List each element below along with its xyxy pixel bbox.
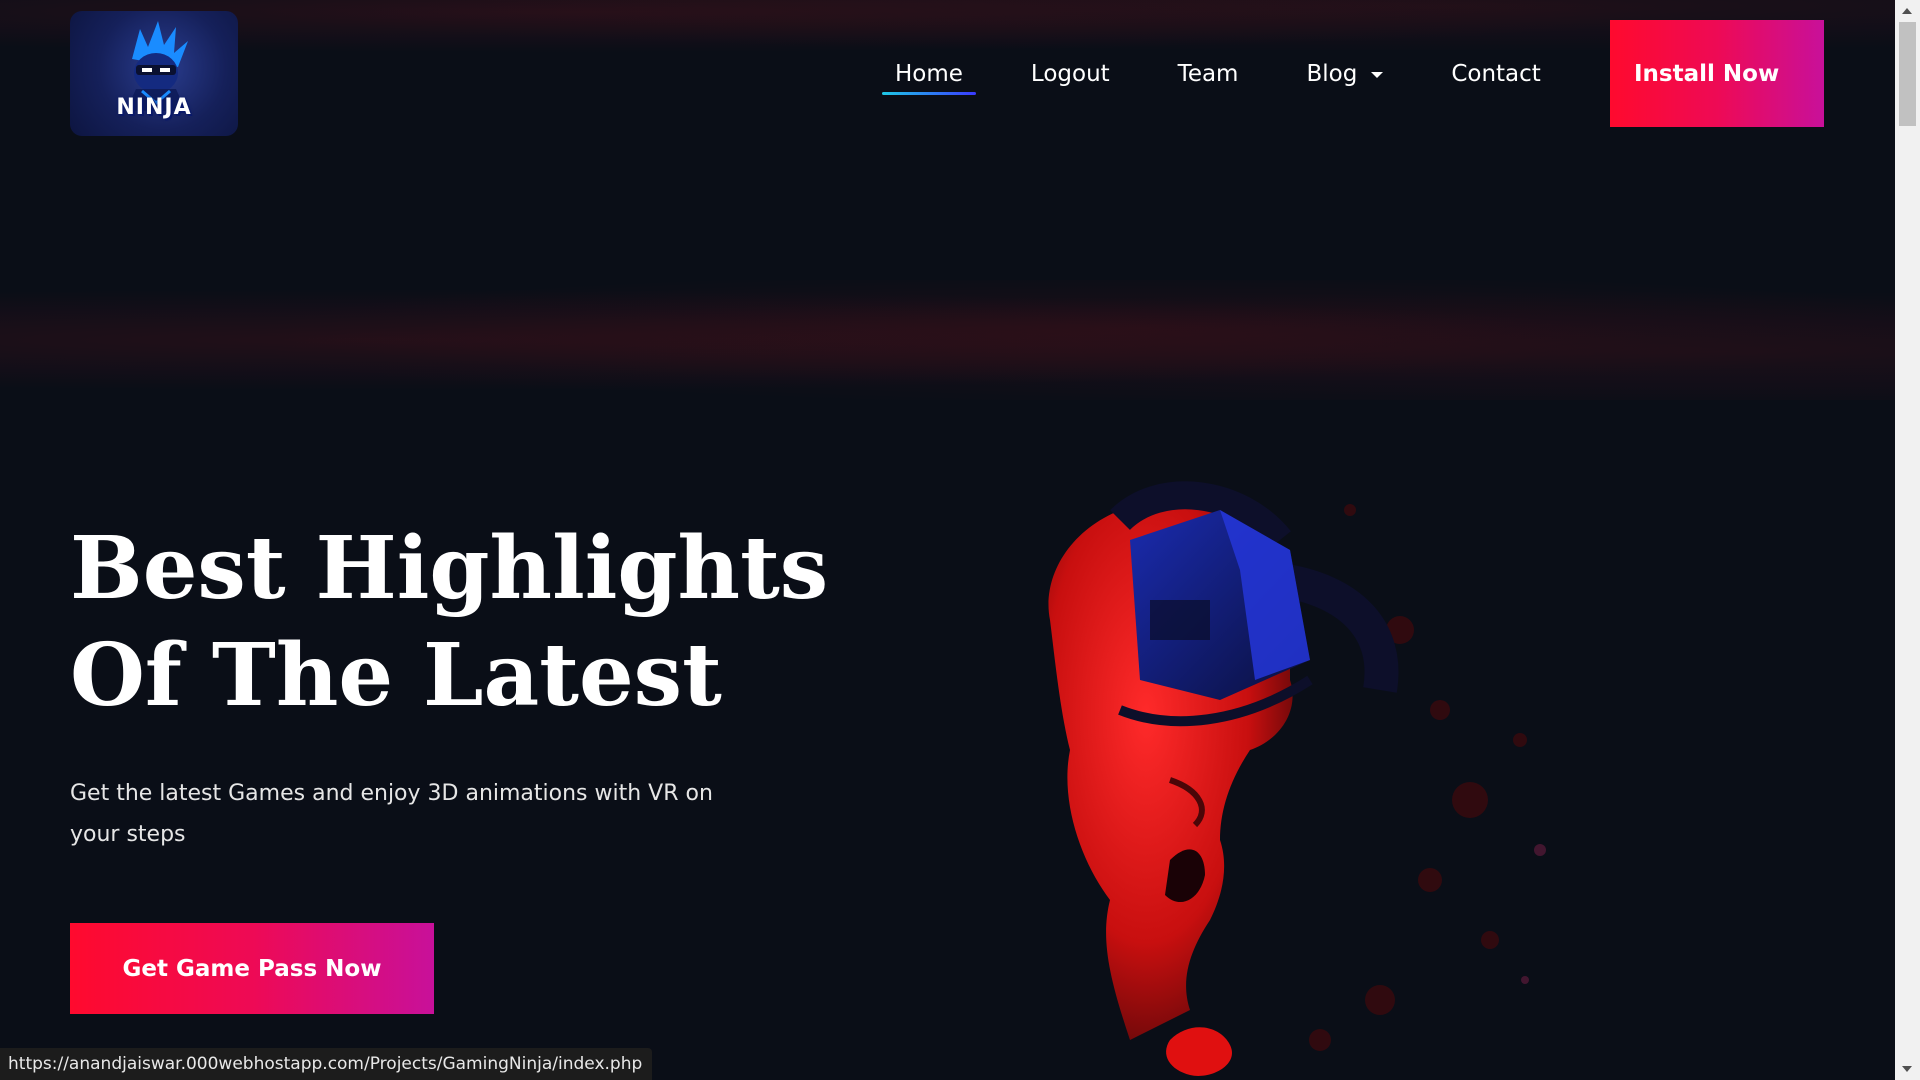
nav-logout[interactable]: Logout	[1031, 61, 1110, 87]
nav-blog-label: Blog	[1306, 61, 1358, 87]
vertical-scrollbar[interactable]	[1895, 0, 1920, 1080]
status-bar-url: https://anandjaiswar.000webhostapp.com/P…	[0, 1048, 653, 1080]
nav-blog[interactable]: Blog	[1306, 61, 1384, 87]
background-texture-band	[0, 280, 1895, 400]
scroll-down-arrow-icon[interactable]	[1902, 1066, 1912, 1072]
hero-title-line-2: Of The Latest	[70, 625, 722, 726]
hero-title: Best Highlights Of The Latest	[70, 515, 870, 729]
hero-title-line-1: Best Highlights	[70, 518, 829, 619]
nav-team[interactable]: Team	[1178, 61, 1239, 87]
install-now-button[interactable]: Install Now	[1610, 20, 1824, 127]
scroll-up-arrow-icon[interactable]	[1902, 8, 1912, 14]
logo-text: NINJA	[116, 95, 192, 120]
nav-contact[interactable]: Contact	[1451, 61, 1540, 87]
site-logo[interactable]: NINJA	[70, 11, 238, 136]
vr-headset-person-image	[1048, 481, 1546, 1076]
get-game-pass-button[interactable]: Get Game Pass Now	[70, 923, 434, 1014]
main-nav: Home Logout Team Blog Contact	[882, 56, 1609, 95]
nav-home[interactable]: Home	[882, 61, 976, 95]
hero-subtitle: Get the latest Games and enjoy 3D animat…	[70, 781, 713, 847]
scroll-thumb[interactable]	[1899, 22, 1916, 126]
page-viewport: NINJA Home Logout Team Blog Contact Inst…	[0, 0, 1895, 1080]
caret-down-icon	[1371, 71, 1384, 78]
